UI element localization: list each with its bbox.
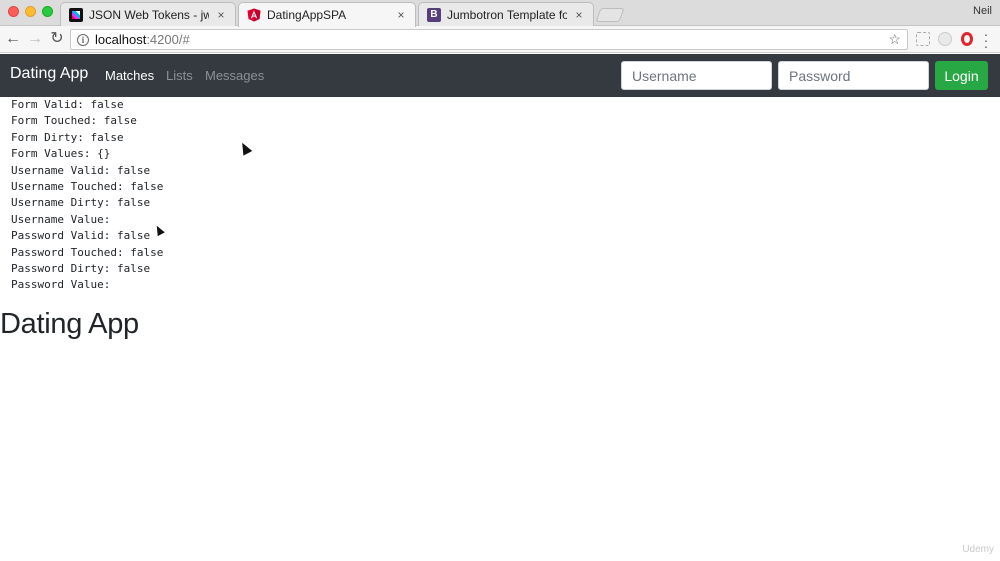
mouse-cursor-icon — [237, 140, 253, 156]
app-navbar: Dating App Matches Lists Messages Login — [0, 54, 1000, 97]
username-input[interactable] — [621, 61, 772, 90]
angular-icon — [247, 8, 261, 22]
new-tab-button[interactable] — [595, 8, 625, 22]
page-title: Dating App — [0, 308, 139, 340]
debug-line: Password Touched: false — [11, 245, 164, 259]
browser-titlebar: JSON Web Tokens - jwt.io × DatingAppSPA … — [0, 0, 1000, 27]
debug-line: Username Dirty: false — [11, 196, 151, 210]
url-host: localhost — [95, 32, 147, 47]
back-arrow-icon[interactable]: ← — [4, 30, 22, 48]
close-window-button[interactable] — [8, 6, 19, 17]
form-debug-output: Form Valid: false Form Touched: false Fo… — [11, 97, 163, 294]
debug-line: Form Touched: false — [11, 114, 137, 128]
extension-icon[interactable] — [916, 32, 930, 46]
debug-line: Form Valid: false — [11, 98, 124, 111]
menu-dots-icon[interactable]: · · · — [982, 27, 990, 53]
maximize-window-button[interactable] — [42, 6, 53, 17]
debug-line: Form Dirty: false — [11, 130, 124, 144]
address-bar[interactable]: i localhost:4200/# ☆ — [70, 29, 908, 50]
reload-icon[interactable]: ↻ — [48, 30, 66, 48]
tab-datingappspa[interactable]: DatingAppSPA × — [238, 2, 416, 27]
login-button[interactable]: Login — [935, 61, 988, 90]
minimize-window-button[interactable] — [25, 6, 36, 17]
browser-toolbar: ← → ↻ i localhost:4200/# ☆ · · · — [0, 26, 1000, 53]
tab-bootstrap[interactable]: B Jumbotron Template for Bootstr × — [418, 2, 594, 26]
tab-jwt[interactable]: JSON Web Tokens - jwt.io × — [60, 2, 236, 26]
debug-line: Username Value: — [11, 212, 111, 226]
bootstrap-icon: B — [427, 7, 441, 22]
bookmark-star-icon[interactable]: ☆ — [888, 31, 901, 48]
nav-link-lists[interactable]: Lists — [166, 68, 193, 83]
url-path: :4200/# — [146, 32, 190, 47]
nav-link-matches[interactable]: Matches — [105, 68, 154, 83]
extension-icon[interactable] — [938, 32, 952, 46]
debug-line: Password Dirty: false — [11, 262, 151, 276]
tab-label: Jumbotron Template for Bootstr — [447, 7, 567, 22]
tab-label: JSON Web Tokens - jwt.io — [89, 7, 209, 22]
close-tab-icon[interactable]: × — [215, 8, 227, 22]
tab-label: DatingAppSPA — [267, 8, 347, 22]
debug-line: Username Valid: false — [11, 163, 151, 177]
profile-name[interactable]: Neil — [973, 5, 992, 17]
debug-line: Username Touched: false — [11, 180, 164, 194]
brand-link[interactable]: Dating App — [10, 65, 88, 83]
debug-line: Password Valid: false — [11, 229, 151, 243]
nav-link-messages[interactable]: Messages — [205, 68, 264, 83]
close-tab-icon[interactable]: × — [573, 8, 585, 22]
password-input[interactable] — [778, 61, 929, 90]
forward-arrow-icon[interactable]: → — [26, 30, 44, 48]
debug-line: Password Value: — [11, 278, 111, 292]
udemy-watermark: Udemy — [962, 544, 994, 555]
jwt-icon — [69, 7, 83, 22]
close-tab-icon[interactable]: × — [395, 8, 407, 22]
debug-line: Form Values: {} — [11, 147, 111, 161]
info-icon[interactable]: i — [77, 33, 89, 46]
opera-icon[interactable] — [961, 32, 973, 46]
